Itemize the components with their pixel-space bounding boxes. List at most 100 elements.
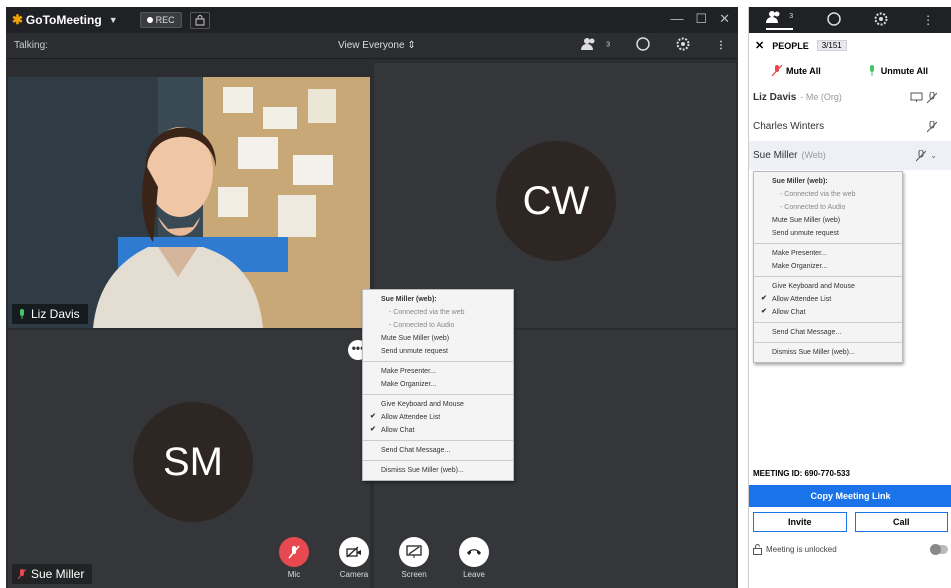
menu-item-allow-attendee-list[interactable]: ✔ Allow Attendee List — [754, 293, 902, 306]
menu-item-dismiss[interactable]: Dismiss Sue Miller (web)... — [363, 464, 513, 480]
talking-label: Talking: — [14, 40, 48, 51]
close-button[interactable]: ✕ — [719, 11, 730, 27]
mute-all-label: Mute All — [786, 65, 821, 76]
title-bar: ✱ GoToMeeting ▼ REC — ☐ ✕ — [6, 7, 738, 33]
record-button[interactable]: REC — [139, 12, 182, 28]
people-panel: 3 ⋮ ✕ PEOPLE 3/151 Mute All Unmute All L… — [748, 7, 951, 588]
more-options-button[interactable]: ⋮ — [716, 40, 726, 51]
menu-item-make-presenter[interactable]: Make Presenter... — [363, 365, 513, 378]
menu-item-mute[interactable]: Mute Sue Miller (web) — [363, 332, 513, 345]
panel-footer: MEETING ID: 690-770-533 Copy Meeting Lin… — [749, 469, 951, 555]
menu-status-audio: - Connected to Audio — [780, 204, 846, 211]
leave-button[interactable]: Leave — [444, 537, 504, 579]
mic-button[interactable]: Mic — [264, 537, 324, 579]
menu-divider — [363, 394, 513, 395]
kebab-icon: ⋮ — [716, 40, 726, 51]
menu-item-unmute-request[interactable]: Send unmute request — [363, 345, 513, 358]
name-tag-liz-davis: Liz Davis — [12, 304, 88, 324]
chevron-down-icon[interactable]: ⌄ — [930, 151, 937, 160]
participant-name: Sue Miller — [753, 150, 798, 161]
chat-button[interactable] — [636, 37, 650, 54]
menu-divider — [754, 276, 902, 277]
mute-all-button[interactable]: Mute All — [772, 64, 821, 77]
mic-muted-icon — [927, 91, 937, 103]
record-label: REC — [155, 15, 175, 25]
menu-item-make-organizer[interactable]: Make Organizer... — [754, 260, 902, 273]
menu-item-send-chat[interactable]: Send Chat Message... — [363, 444, 513, 457]
tab-chat[interactable] — [827, 11, 841, 29]
menu-item-dismiss[interactable]: Dismiss Sue Miller (web)... — [754, 346, 902, 362]
close-panel-button[interactable]: ✕ — [755, 39, 764, 52]
participant-context-menu: Sue Miller (web): - Connected via the we… — [362, 289, 514, 481]
menu-item-label: Allow Attendee List — [772, 296, 832, 303]
view-mode-selector[interactable]: View Everyone ⇕ — [338, 40, 416, 51]
name-tag-sue-miller: Sue Miller — [12, 564, 93, 584]
lock-status: Meeting is unlocked — [753, 544, 837, 555]
toolbar-icons: 3 ⋮ — [581, 37, 726, 54]
maximize-button[interactable]: ☐ — [695, 11, 707, 27]
mic-muted-icon — [927, 120, 937, 132]
people-count-badge: 3 — [789, 13, 794, 20]
invite-call-row: Invite Call — [749, 507, 951, 532]
tab-settings[interactable] — [874, 12, 888, 29]
screen-circle — [399, 537, 429, 567]
menu-item-make-organizer[interactable]: Make Organizer... — [363, 378, 513, 391]
tab-people[interactable]: 3 — [765, 10, 794, 30]
menu-item-allow-attendee-list[interactable]: ✔ Allow Attendee List — [363, 411, 513, 424]
people-title: PEOPLE — [772, 40, 809, 51]
menu-item-allow-chat[interactable]: ✔ Allow Chat — [363, 424, 513, 437]
chevron-down-icon: ▼ — [108, 15, 118, 25]
screen-share-icon — [406, 545, 422, 558]
menu-divider — [754, 322, 902, 323]
invite-button[interactable]: Invite — [753, 512, 847, 532]
menu-item-give-keyboard[interactable]: Give Keyboard and Mouse — [363, 398, 513, 411]
chat-icon — [636, 37, 650, 51]
meeting-id: MEETING ID: 690-770-533 — [753, 469, 850, 478]
menu-item-give-keyboard[interactable]: Give Keyboard and Mouse — [754, 280, 902, 293]
app-menu-button[interactable]: ✱ GoToMeeting ▼ — [12, 12, 118, 28]
menu-item-send-chat[interactable]: Send Chat Message... — [754, 326, 902, 339]
screen-button[interactable]: Screen — [384, 537, 444, 579]
people-button[interactable]: 3 — [581, 37, 610, 54]
panel-more-button[interactable]: ⋮ — [922, 13, 934, 27]
unlock-icon — [753, 544, 762, 555]
minimize-button[interactable]: — — [670, 11, 683, 27]
panel-participant-context-menu: Sue Miller (web): - Connected via the we… — [753, 171, 903, 363]
mic-muted-icon — [772, 64, 783, 77]
updown-icon: ⇕ — [407, 40, 416, 51]
menu-item-make-presenter[interactable]: Make Presenter... — [754, 247, 902, 260]
lock-meeting-button[interactable] — [189, 11, 210, 29]
checkmark-icon: ✔ — [370, 413, 376, 420]
lock-toggle[interactable] — [930, 544, 948, 555]
participant-row-charles-winters[interactable]: Charles Winters — [749, 112, 951, 141]
camera-button[interactable]: Camera — [324, 537, 384, 579]
menu-item-mute[interactable]: Mute Sue Miller (web) — [754, 214, 902, 227]
unmute-all-button[interactable]: Unmute All — [867, 64, 928, 77]
avatar-initials: SM — [163, 439, 223, 484]
camera-off-icon — [346, 546, 361, 558]
gear-icon — [874, 12, 888, 25]
menu-item-allow-chat[interactable]: ✔ Allow Chat — [754, 306, 902, 319]
menu-divider — [363, 361, 513, 362]
settings-button[interactable] — [676, 37, 690, 54]
participant-role: (Web) — [801, 150, 826, 160]
participant-row-liz-davis[interactable]: Liz Davis - Me (Org) — [749, 83, 951, 112]
avatar-initials: CW — [522, 178, 590, 223]
menu-item-label: Allow Chat — [381, 427, 415, 434]
panel-tabs: 3 ⋮ — [749, 7, 951, 33]
meeting-toolbar: Talking: View Everyone ⇕ 3 ⋮ — [6, 33, 738, 59]
people-icon — [765, 11, 780, 23]
menu-divider — [754, 342, 902, 343]
window-controls: — ☐ ✕ — [670, 11, 730, 27]
view-mode-label: View Everyone — [338, 40, 405, 51]
participant-name: Sue Miller — [31, 567, 85, 581]
copy-meeting-link-button[interactable]: Copy Meeting Link — [749, 485, 951, 507]
menu-header: Sue Miller (web): — [381, 296, 437, 303]
menu-status-web: - Connected via the web — [389, 309, 465, 316]
participant-row-sue-miller[interactable]: Sue Miller (Web) ⌄ — [749, 141, 951, 170]
video-tile-liz-davis[interactable]: Liz Davis — [8, 77, 370, 328]
unmute-all-label: Unmute All — [880, 65, 928, 76]
call-button[interactable]: Call — [854, 512, 948, 532]
menu-status-web: - Connected via the web — [780, 191, 856, 198]
menu-item-unmute-request[interactable]: Send unmute request — [754, 227, 902, 240]
